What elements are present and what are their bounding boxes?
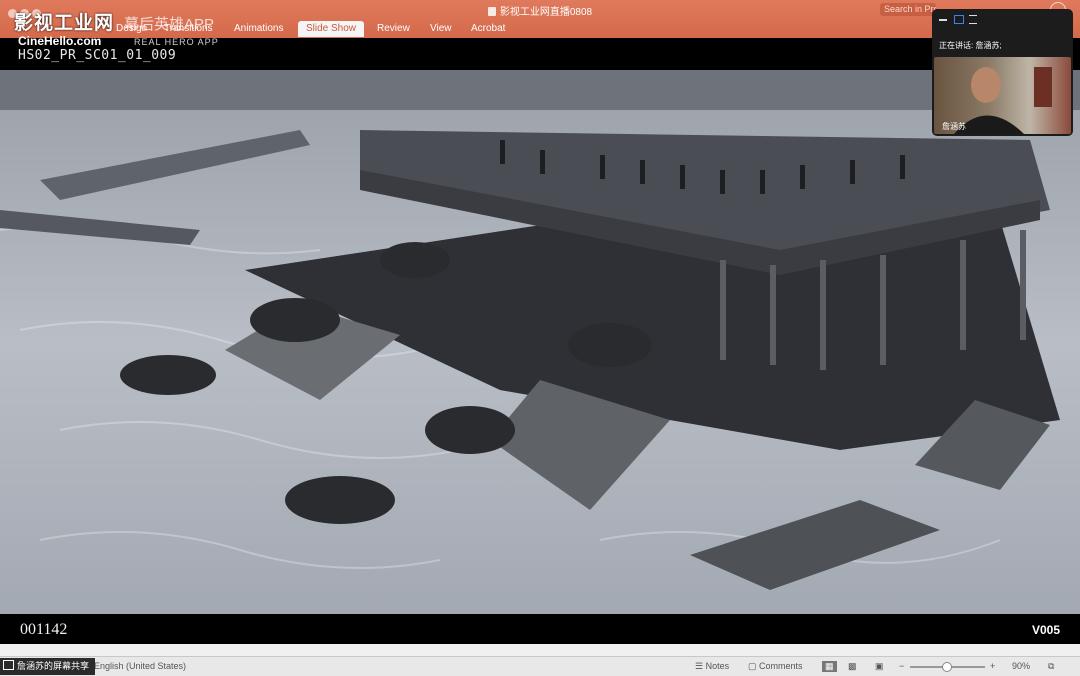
gallery-view-icon[interactable] — [969, 15, 977, 24]
frame-bottom-bar: 001142 V005 — [0, 614, 1080, 644]
zoom-in-button[interactable]: + — [990, 661, 995, 671]
speaker-view-icon[interactable] — [954, 15, 964, 24]
tab-review[interactable]: Review — [369, 21, 418, 37]
search-input[interactable]: Search in Presentation — [880, 3, 936, 16]
version-label: V005 — [1031, 623, 1060, 637]
watermark-en-sub: REAL HERO APP — [134, 37, 219, 47]
tab-animations[interactable]: Animations — [226, 21, 291, 37]
slide-canvas: HS02_PR_SC01_01_009 001142 V005 — [0, 38, 1080, 644]
reading-view-icon[interactable]: ▣ — [875, 661, 884, 672]
zoom-slider-knob[interactable] — [942, 662, 952, 672]
frame-counter: 001142 — [20, 621, 68, 638]
document-icon — [487, 7, 496, 16]
participant-video: 詹涵苏 — [934, 57, 1071, 134]
normal-view-icon[interactable]: ▦ — [822, 661, 837, 672]
previs-scene-image — [0, 70, 1080, 614]
participant-name: 詹涵苏 — [942, 122, 966, 131]
tab-slide-show[interactable]: Slide Show — [298, 21, 365, 37]
notes-pane[interactable] — [0, 644, 1080, 656]
zoom-level[interactable]: 90% — [1012, 661, 1030, 671]
language-label[interactable]: English (United States) — [94, 661, 186, 671]
screen-share-icon — [3, 660, 14, 670]
minimize-icon[interactable] — [939, 19, 947, 21]
watermark-en: CineHello.com — [18, 34, 102, 48]
tab-view[interactable]: View — [422, 21, 460, 37]
call-toolbar — [932, 9, 1073, 29]
screen-share-badge[interactable]: 詹涵苏的屏幕共享 — [0, 658, 96, 675]
zoom-out-button[interactable]: − — [899, 661, 904, 671]
shot-code: HS02_PR_SC01_01_009 — [18, 48, 177, 63]
tab-acrobat[interactable]: Acrobat — [463, 21, 513, 37]
speaking-indicator: 正在讲话: 詹涵苏; — [939, 41, 1002, 50]
watermark-logo: 影视工业网 幕后英雄APP CineHello.com REAL HERO APP — [14, 8, 218, 48]
comments-button[interactable]: ▢ Comments — [748, 661, 803, 672]
watermark-cn: 影视工业网 — [14, 13, 115, 34]
slide-sorter-icon[interactable]: ▩ — [848, 661, 857, 672]
scene-illustration — [0, 70, 1080, 614]
watermark-cn-sub: 幕后英雄APP — [124, 16, 215, 33]
video-call-panel[interactable]: 正在讲话: 詹涵苏; 詹涵苏 — [932, 9, 1073, 136]
status-bar: English (United States) ☰ Notes ▢ Commen… — [0, 656, 1080, 676]
fit-slide-icon[interactable]: ⧉ — [1048, 661, 1054, 672]
notes-button[interactable]: ☰ Notes — [695, 661, 729, 672]
